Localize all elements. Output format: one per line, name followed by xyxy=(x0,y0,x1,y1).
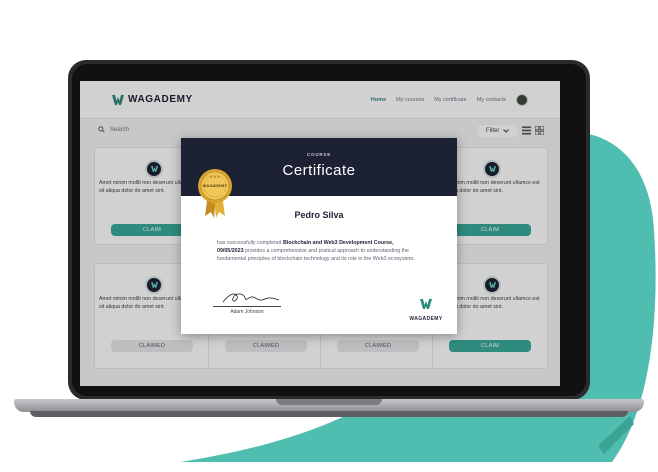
signature-icon xyxy=(222,293,280,303)
certificate-kicker: COURSE xyxy=(306,152,332,157)
gold-medal-icon: ★ ★ ★ xyxy=(198,169,232,218)
completion-date: 09/05/2023 xyxy=(217,247,244,254)
certificate-description: has successfully completed Blockchain an… xyxy=(217,240,415,262)
medal-label: WAGADEMY xyxy=(202,184,228,188)
svg-text:★ ★ ★: ★ ★ ★ xyxy=(210,175,220,179)
signer-name: Adam Johnson xyxy=(230,309,264,315)
signature-line xyxy=(213,306,281,307)
laptop-notch xyxy=(276,399,382,405)
certificate-logo-text: WAGADEMY xyxy=(409,316,443,322)
wagademy-logo-icon xyxy=(420,299,432,309)
laptop-foot xyxy=(30,411,628,417)
course-name: Blockchain and Web3 Development Course xyxy=(282,240,393,246)
certificate-logo: WAGADEMY xyxy=(403,296,449,322)
